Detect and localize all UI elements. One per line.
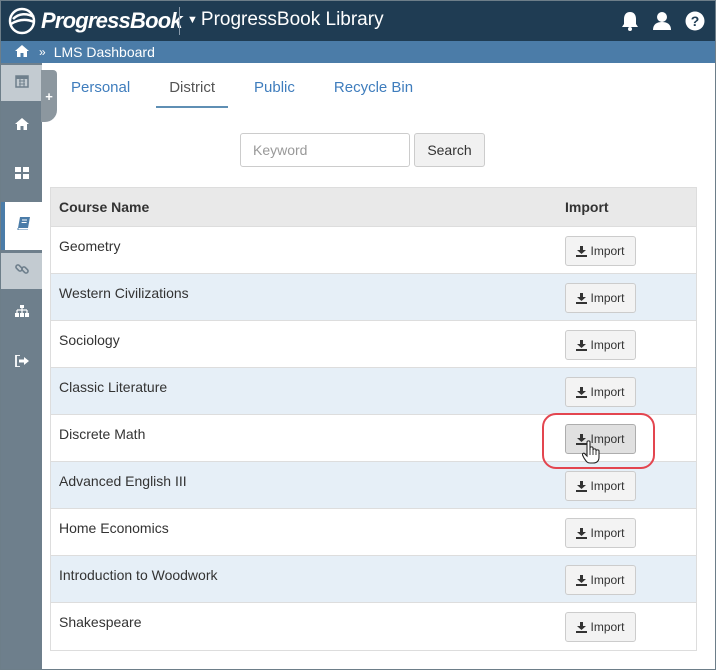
import-button[interactable]: Import [565,518,636,548]
nav-calendar[interactable] [1,65,42,101]
import-button[interactable]: Import [565,283,636,313]
course-name: Sociology [59,332,120,348]
course-name: Shakespeare [59,614,142,630]
import-button[interactable]: Import [565,377,636,407]
tab-personal[interactable]: Personal [58,72,143,108]
calendar-icon [14,74,29,93]
table-header: Course Name Import [51,188,696,227]
tab-recycle-bin[interactable]: Recycle Bin [321,72,426,108]
svg-text:?: ? [691,13,700,29]
table-row: Introduction to Woodwork Import [51,556,696,603]
import-label: Import [590,244,625,258]
table-row: Shakespeare Import [51,603,696,650]
table-row: Sociology Import [51,321,696,368]
download-icon [576,527,588,539]
download-icon [576,245,588,257]
tab-district[interactable]: District [156,72,229,108]
search-button[interactable]: Search [414,133,485,167]
caret-down-icon: ▼ [187,14,198,26]
help-icon[interactable]: ? [685,11,705,36]
course-name: Geometry [59,238,121,254]
hand-cursor-icon [581,440,600,469]
breadcrumb-current[interactable]: LMS Dashboard [54,44,155,60]
nav-sign-out[interactable] [1,345,42,381]
expand-nav-button[interactable]: + [41,70,57,122]
bell-icon[interactable] [621,11,639,36]
nav-home[interactable] [1,108,42,144]
download-icon [576,339,588,351]
import-label: Import [590,385,625,399]
keyword-search-input[interactable] [240,133,410,167]
column-header-course-name: Course Name [59,199,150,215]
nav-library[interactable] [1,202,43,250]
table-row: Advanced English III Import [51,462,696,509]
import-label: Import [590,526,625,540]
table-row: Geometry Import [51,227,696,274]
import-button[interactable]: Import [565,236,636,266]
logo-swoosh-icon [8,7,36,35]
signout-icon [14,354,29,372]
download-icon [576,574,588,586]
app-switcher[interactable]: ▼ ProgressBook Library [187,9,384,31]
course-name: Western Civilizations [59,285,189,301]
nav-org-chart[interactable] [1,295,42,331]
column-header-import: Import [565,199,609,215]
course-name: Introduction to Woodwork [59,567,218,583]
download-icon [576,386,588,398]
nav-links[interactable] [1,253,42,289]
download-icon [576,292,588,304]
book-icon [17,217,31,235]
import-label: Import [590,291,625,305]
logo-text: ProgressBook [41,8,183,33]
table-row: Classic Literature Import [51,368,696,415]
course-name: Classic Literature [59,379,168,395]
app-title: ProgressBook Library [200,9,384,30]
breadcrumb-separator-icon: » [39,45,46,59]
sitemap-icon [14,304,29,322]
course-name: Discrete Math [59,426,146,442]
import-label: Import [590,479,625,493]
import-button[interactable]: Import [565,471,636,501]
table-row: Western Civilizations Import [51,274,696,321]
import-button[interactable]: Import [565,330,636,360]
import-label: Import [590,338,625,352]
import-label: Import [590,573,625,587]
course-name: Home Economics [59,520,169,536]
dashboard-icon [14,166,29,184]
plus-icon: + [45,88,53,104]
nav-dashboard[interactable] [1,157,42,193]
home-icon[interactable] [15,44,29,60]
top-bar: ProgressBook ▼ ProgressBook Library ? [1,1,715,41]
import-button[interactable]: Import [565,612,636,642]
download-icon [576,621,588,633]
home-icon [14,117,29,135]
tab-public[interactable]: Public [241,72,308,108]
import-label: Import [590,620,625,634]
import-button[interactable]: Import [565,565,636,595]
progressbook-logo[interactable]: ProgressBook [7,6,183,36]
course-name: Advanced English III [59,473,187,489]
left-nav [1,63,43,669]
header-divider [179,7,180,35]
library-tabs: Personal District Public Recycle Bin [58,72,439,108]
table-row: Home Economics Import [51,509,696,556]
link-icon [14,262,29,281]
breadcrumb: » LMS Dashboard [1,41,715,63]
download-icon [576,480,588,492]
user-icon[interactable] [653,11,671,36]
